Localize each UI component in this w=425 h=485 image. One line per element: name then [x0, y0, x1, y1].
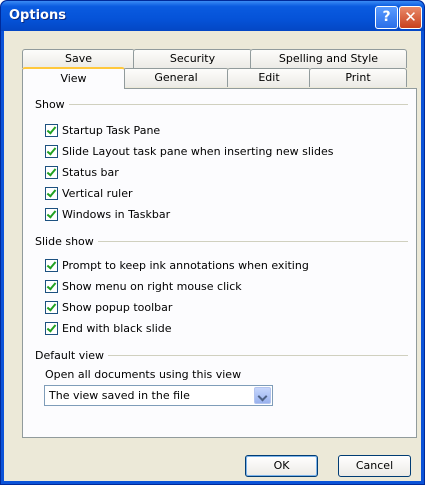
ok-button[interactable]: OK: [245, 455, 318, 477]
checkbox-startup-task-pane[interactable]: Startup Task Pane: [45, 122, 160, 138]
checkbox-windows-in-taskbar[interactable]: Windows in Taskbar: [45, 206, 170, 222]
checkbox-label: Windows in Taskbar: [62, 207, 171, 221]
checkbox-checked-icon[interactable]: [45, 123, 58, 137]
checkbox-status-bar[interactable]: Status bar: [45, 164, 119, 180]
show-group-divider: [36, 104, 408, 105]
checkbox-end-with-black-slide[interactable]: End with black slide: [45, 320, 172, 336]
help-button[interactable]: ?: [375, 6, 398, 29]
tab-edit[interactable]: Edit: [227, 68, 311, 87]
tab-security[interactable]: Security: [133, 49, 252, 68]
checkbox-checked-icon[interactable]: [45, 186, 58, 200]
open-documents-label: Open all documents using this view: [45, 368, 242, 381]
cancel-button[interactable]: Cancel: [338, 455, 411, 477]
checkbox-label: Status bar: [62, 165, 119, 179]
checkbox-label: Startup Task Pane: [62, 123, 161, 137]
tab-spelling-and-style[interactable]: Spelling and Style: [250, 49, 407, 68]
tab-view[interactable]: View: [22, 67, 125, 89]
checkbox-label: Vertical ruler: [62, 186, 133, 200]
checkbox-label: Prompt to keep ink annotations when exit…: [62, 258, 309, 272]
checkbox-checked-icon[interactable]: [45, 258, 58, 272]
tab-save[interactable]: Save: [22, 49, 135, 68]
window-title: Options: [9, 8, 66, 23]
title-bar[interactable]: Options ? ✕: [1, 1, 424, 31]
slideshow-group-label: Slide show: [35, 235, 98, 248]
default-view-select[interactable]: The view saved in the file: [44, 385, 273, 406]
checkbox-checked-icon[interactable]: [45, 207, 58, 221]
checkbox-show-popup-toolbar[interactable]: Show popup toolbar: [45, 299, 172, 315]
checkbox-checked-icon[interactable]: [45, 300, 58, 314]
close-button[interactable]: ✕: [399, 6, 422, 29]
checkbox-vertical-ruler[interactable]: Vertical ruler: [45, 185, 133, 201]
show-group-label: Show: [35, 98, 69, 111]
checkbox-checked-icon[interactable]: [45, 279, 58, 293]
checkbox-show-menu-right-click[interactable]: Show menu on right mouse click: [45, 278, 242, 294]
select-value: The view saved in the file: [49, 389, 190, 402]
checkbox-label: Show menu on right mouse click: [62, 279, 242, 293]
checkbox-checked-icon[interactable]: [45, 144, 58, 158]
checkbox-slide-layout-task-pane[interactable]: Slide Layout task pane when inserting ne…: [45, 143, 333, 159]
checkbox-checked-icon[interactable]: [45, 321, 58, 335]
tab-general[interactable]: General: [123, 68, 229, 87]
tab-print[interactable]: Print: [309, 68, 407, 87]
checkbox-label: Show popup toolbar: [62, 300, 173, 314]
checkbox-prompt-keep-ink[interactable]: Prompt to keep ink annotations when exit…: [45, 257, 309, 273]
checkbox-checked-icon[interactable]: [45, 165, 58, 179]
checkbox-label: End with black slide: [62, 321, 172, 335]
checkbox-label: Slide Layout task pane when inserting ne…: [62, 144, 334, 158]
chevron-down-icon[interactable]: [254, 387, 271, 404]
default-view-group-label: Default view: [35, 349, 109, 362]
